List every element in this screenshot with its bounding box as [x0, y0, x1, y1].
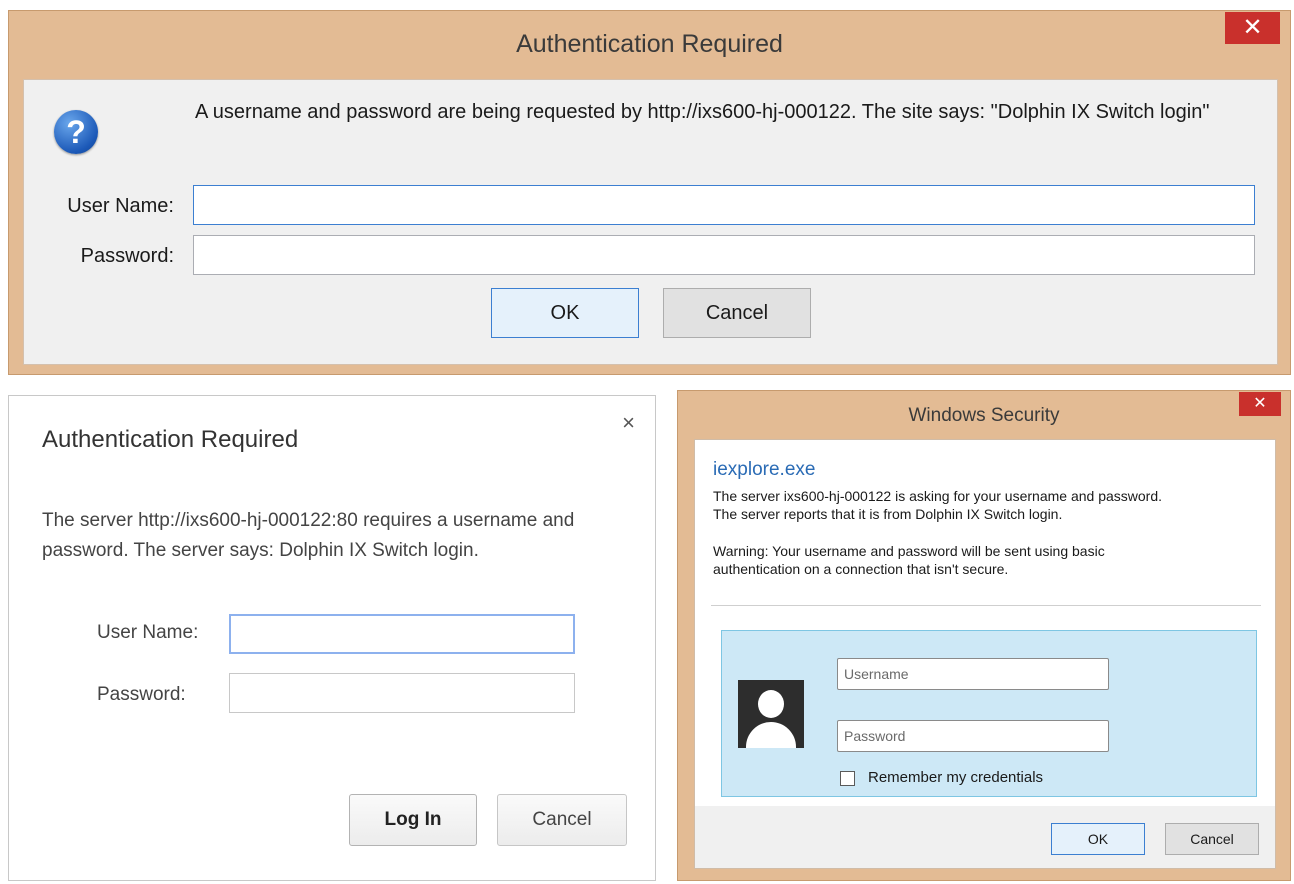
cancel-button[interactable]: Cancel — [663, 288, 811, 338]
dialog-title: Windows Security — [908, 405, 1060, 426]
server-reports-line: The server reports that it is from Dolph… — [713, 506, 1063, 522]
windows-security-dialog: Windows Security ✕ iexplore.exe The serv… — [677, 390, 1291, 881]
dialog-title: Authentication Required — [516, 30, 783, 58]
dialog-body: ? A username and password are being requ… — [23, 79, 1278, 365]
remember-checkbox[interactable] — [840, 771, 855, 786]
close-button[interactable]: ✕ — [1225, 12, 1280, 44]
username-input[interactable] — [193, 185, 1255, 225]
server-request-line: The server ixs600-hj-000122 is asking fo… — [713, 488, 1163, 504]
chrome-auth-dialog: Authentication Required × The server htt… — [8, 395, 656, 881]
username-input[interactable] — [229, 614, 575, 654]
dialog-title: Authentication Required — [42, 426, 299, 453]
remember-label: Remember my credentials — [868, 769, 1044, 786]
close-button[interactable]: ✕ — [1239, 392, 1281, 416]
password-label: Password: — [97, 684, 186, 705]
password-input[interactable] — [193, 235, 1255, 275]
dialog-body: iexplore.exe The server ixs600-hj-000122… — [694, 439, 1276, 869]
firefox-auth-dialog: Authentication Required ✕ ? A username a… — [8, 10, 1291, 375]
log-in-button[interactable]: Log In — [349, 794, 477, 846]
auth-message: A username and password are being reques… — [195, 101, 1210, 123]
password-input[interactable] — [837, 720, 1109, 752]
user-avatar-icon — [738, 680, 804, 748]
username-label: User Name: — [97, 622, 199, 643]
password-input[interactable] — [229, 673, 575, 713]
app-name: iexplore.exe — [713, 459, 816, 480]
auth-message: The server http://ixs600-hj-000122:80 re… — [42, 510, 575, 561]
warning-line-2: authentication on a connection that isn'… — [713, 561, 1009, 577]
cancel-button[interactable]: Cancel — [497, 794, 627, 846]
question-icon: ? — [54, 110, 98, 154]
warning-line-1: Warning: Your username and password will… — [713, 543, 1105, 559]
close-icon[interactable]: × — [622, 410, 635, 436]
credential-tile: Remember my credentials — [721, 630, 1257, 797]
button-bar: OK Cancel — [695, 806, 1275, 868]
password-label: Password: — [80, 245, 174, 267]
ok-button[interactable]: OK — [1051, 823, 1145, 855]
cancel-button[interactable]: Cancel — [1165, 823, 1259, 855]
username-input[interactable] — [837, 658, 1109, 690]
username-label: User Name: — [67, 195, 174, 217]
ok-button[interactable]: OK — [491, 288, 639, 338]
divider — [711, 605, 1261, 606]
